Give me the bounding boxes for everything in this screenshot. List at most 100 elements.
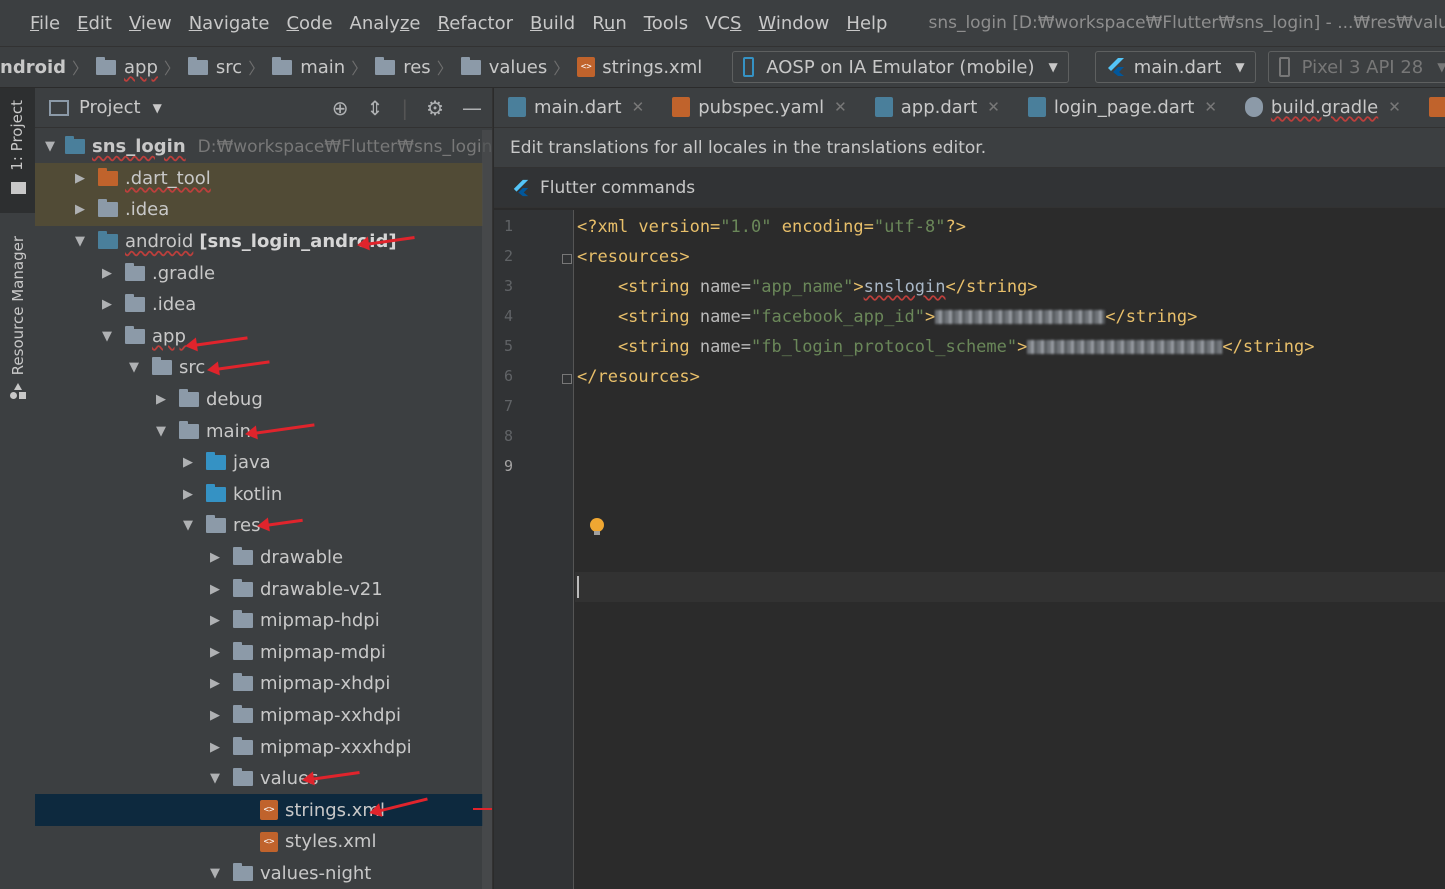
editor-tab[interactable]: styles.xml [1415, 88, 1445, 127]
menu-item-file[interactable]: File [30, 13, 60, 34]
menu-item-edit[interactable]: Edit [77, 13, 112, 34]
menu-item-refactor[interactable]: Refactor [437, 13, 513, 34]
fold-icon[interactable] [562, 374, 572, 384]
tree-item[interactable]: ▶ java [35, 447, 483, 479]
expanded-arrow-icon[interactable]: ▼ [72, 234, 88, 249]
tree-item[interactable]: ▶ kotlin [35, 479, 483, 511]
editor-tab[interactable]: login_page.dart ✕ [1014, 88, 1231, 127]
collapsed-arrow-icon[interactable]: ▶ [153, 392, 169, 407]
collapsed-arrow-icon[interactable]: ▶ [180, 487, 196, 502]
tree-item[interactable]: ▼ values-night [35, 858, 483, 889]
menu-item-window[interactable]: Window [758, 13, 829, 34]
folder-icon [233, 673, 253, 692]
tree-item[interactable]: ▼ app [35, 321, 483, 353]
translations-banner-text[interactable]: Edit translations for all locales in the… [510, 138, 986, 158]
collapsed-arrow-icon[interactable]: ▶ [207, 645, 223, 660]
menu-item-navigate[interactable]: Navigate [189, 13, 270, 34]
tree-item-label: .dart_tool [125, 167, 211, 189]
expanded-arrow-icon[interactable]: ▼ [153, 424, 169, 439]
collapsed-arrow-icon[interactable]: ▶ [207, 708, 223, 723]
tree-item[interactable]: ▶ mipmap-mdpi [35, 637, 483, 669]
expanded-arrow-icon[interactable]: ▼ [207, 866, 223, 881]
collapsed-arrow-icon[interactable]: ▶ [207, 676, 223, 691]
menu-item-code[interactable]: Code [286, 13, 332, 34]
tree-item[interactable]: ▼ android [sns_login_android] [35, 226, 483, 258]
expanded-arrow-icon[interactable]: ▼ [207, 771, 223, 786]
tree-item[interactable]: ▶ mipmap-xxxhdpi [35, 731, 483, 763]
collapsed-arrow-icon[interactable]: ▶ [72, 202, 88, 217]
fold-icon[interactable] [562, 254, 572, 264]
close-icon[interactable]: ✕ [1204, 98, 1217, 116]
lightbulb-icon[interactable] [588, 517, 606, 537]
close-icon[interactable]: ✕ [1388, 98, 1401, 116]
breadcrumb-item[interactable]: main 〉 [272, 55, 375, 79]
tree-item[interactable]: ▼ values [35, 763, 483, 795]
tree-item[interactable]: ▶ .dart_tool [35, 162, 483, 195]
tree-item[interactable]: ▶ mipmap-xhdpi [35, 668, 483, 700]
config-folder-icon [125, 294, 145, 313]
translations-banner: Edit translations for all locales in the… [494, 128, 1445, 168]
project-view-selector[interactable]: Project [79, 97, 141, 118]
code-editor[interactable]: 1 2 3 4 5 6 7 8 9 <?xml version="1.0" encoding="… [494, 210, 1445, 889]
device-selector[interactable]: AOSP on IA Emulator (mobile) ▼ [732, 51, 1069, 83]
collapsed-arrow-icon[interactable]: ▶ [180, 455, 196, 470]
editor-tab[interactable]: build.gradle ✕ [1231, 88, 1415, 127]
tree-item-label: mipmap-mdpi [260, 641, 386, 663]
collapsed-arrow-icon[interactable]: ▶ [207, 550, 223, 565]
collapsed-arrow-icon[interactable]: ▶ [207, 613, 223, 628]
collapsed-arrow-icon[interactable]: ▶ [207, 582, 223, 597]
project-tool-tab[interactable]: 1: Project [0, 88, 35, 213]
hide-panel-icon[interactable]: — [462, 96, 482, 120]
breadcrumb: ndroid 〉 app 〉 src 〉 main 〉 res 〉 values 〉 <> strings… [0, 55, 702, 79]
expanded-arrow-icon[interactable]: ▼ [99, 329, 115, 344]
breadcrumb-item[interactable]: values 〉 [460, 55, 578, 79]
collapse-all-icon[interactable]: ⇕ [367, 96, 384, 120]
gear-icon[interactable]: ⚙ [426, 96, 444, 120]
menu-item-build[interactable]: Build [530, 13, 575, 34]
tree-item[interactable]: ▶ drawable-v21 [35, 573, 483, 605]
menu-item-tools[interactable]: Tools [644, 13, 688, 34]
collapsed-arrow-icon[interactable]: ▶ [72, 171, 88, 186]
tree-item[interactable]: <> styles.xml [35, 826, 483, 858]
expanded-arrow-icon[interactable]: ▼ [180, 518, 196, 533]
flutter-commands-link[interactable]: Flutter commands [540, 178, 695, 198]
expanded-arrow-icon[interactable]: ▼ [45, 139, 55, 154]
close-icon[interactable]: ✕ [834, 98, 847, 116]
locate-icon[interactable]: ⊕ [332, 96, 349, 120]
menu-item-vcs[interactable]: VCS [705, 13, 741, 34]
editor-tab[interactable]: main.dart ✕ [494, 88, 658, 127]
tree-item[interactable]: ▶ debug [35, 384, 483, 416]
run-config-selector[interactable]: main.dart ▼ [1094, 51, 1256, 83]
collapsed-arrow-icon[interactable]: ▶ [207, 740, 223, 755]
breadcrumb-item[interactable]: src 〉 [187, 55, 272, 79]
menu-item-view[interactable]: View [129, 13, 172, 34]
phone-icon [1278, 57, 1290, 77]
breadcrumb-item[interactable]: ndroid 〉 [0, 55, 96, 79]
close-icon[interactable]: ✕ [632, 98, 645, 116]
resource-manager-tab[interactable]: Resource Manager [0, 228, 35, 408]
breadcrumb-item[interactable]: res 〉 [375, 55, 460, 79]
menu-item-run[interactable]: Run [592, 13, 627, 34]
tree-item[interactable]: ▼ sns_login D:₩workspace₩Flutter₩sns_login [35, 131, 492, 163]
tree-item[interactable]: ▶ drawable [35, 542, 483, 574]
tree-item[interactable]: ▶ .gradle [35, 257, 483, 289]
collapsed-arrow-icon[interactable]: ▶ [99, 266, 115, 281]
chevron-down-icon[interactable]: ▼ [153, 101, 162, 115]
editor-tab-label: main.dart [534, 96, 622, 118]
avd-selector[interactable]: Pixel 3 API 28 ▼ [1267, 51, 1445, 83]
tree-item[interactable]: ▶ .idea [35, 194, 483, 226]
tree-item[interactable]: ▶ mipmap-xxhdpi [35, 700, 483, 732]
menu-item-analyze[interactable]: Analyze [350, 13, 421, 34]
tree-item[interactable]: ▼ src [35, 352, 483, 384]
tree-item[interactable]: ▶ mipmap-hdpi [35, 605, 483, 637]
menu-item-help[interactable]: Help [846, 13, 887, 34]
expanded-arrow-icon[interactable]: ▼ [126, 360, 142, 375]
tree-scrollbar[interactable] [482, 130, 492, 889]
tree-item[interactable]: ▶ .idea [35, 289, 483, 321]
editor-tab[interactable]: app.dart ✕ [861, 88, 1014, 127]
breadcrumb-item[interactable]: app 〉 [96, 55, 188, 79]
collapsed-arrow-icon[interactable]: ▶ [99, 297, 115, 312]
editor-tab[interactable]: pubspec.yaml ✕ [658, 88, 861, 127]
breadcrumb-item[interactable]: <> strings.xml [577, 57, 702, 78]
close-icon[interactable]: ✕ [987, 98, 1000, 116]
